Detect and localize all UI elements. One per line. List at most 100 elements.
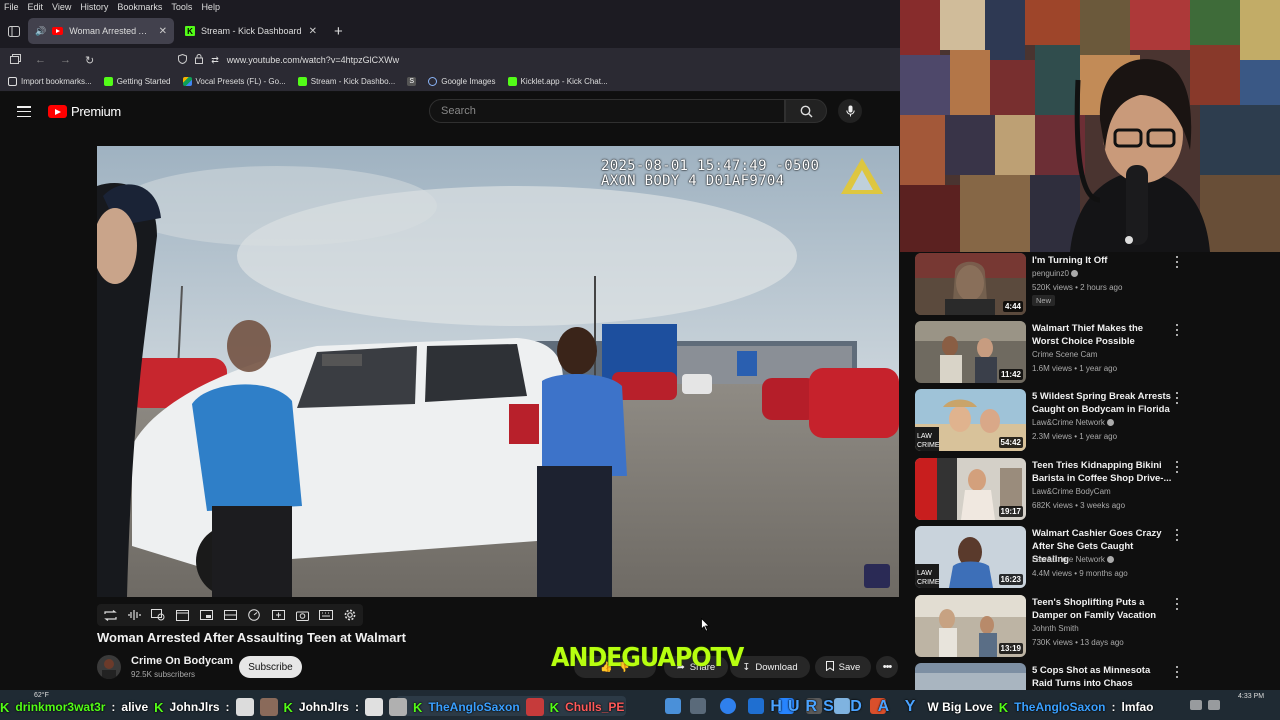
- menu-bar: File Edit View History Bookmarks Tools H…: [0, 0, 900, 14]
- download-label: Download: [755, 661, 798, 673]
- menu-bookmarks[interactable]: Bookmarks: [117, 2, 162, 12]
- back-arrow-icon[interactable]: ←: [35, 54, 46, 66]
- video-player[interactable]: 2025-08-01 15:47:49 -0500 AXON BODY 4 D0…: [97, 146, 899, 597]
- menu-help[interactable]: Help: [201, 2, 220, 12]
- gear-icon[interactable]: [341, 606, 359, 624]
- video-title[interactable]: I'm Turning It Off: [1032, 254, 1172, 267]
- chat-emote: [259, 698, 278, 716]
- channel-name[interactable]: Johnth Smith: [1032, 624, 1079, 633]
- speed-gauge-icon[interactable]: [245, 606, 263, 624]
- recommendation-item[interactable]: 4:44 I'm Turning It Off penguinz0 520K v…: [915, 253, 1190, 315]
- bookmark-kicklet[interactable]: Kicklet.app - Kick Chat...: [507, 77, 608, 86]
- keyboard-icon[interactable]: [317, 606, 335, 624]
- video-thumbnail[interactable]: 4:44: [915, 253, 1026, 315]
- more-vertical-icon[interactable]: [1173, 460, 1181, 474]
- close-tab-icon[interactable]: ✕: [159, 26, 167, 37]
- more-vertical-icon[interactable]: [1173, 597, 1181, 611]
- recommendation-item[interactable]: 11:42 Walmart Thief Makes the Worst Choi…: [915, 321, 1190, 383]
- url-text[interactable]: www.youtube.com/watch?v=4htpzGlCXWw: [227, 55, 399, 65]
- search-button[interactable]: [785, 99, 827, 123]
- kick-favicon-icon: K: [185, 26, 195, 36]
- youtube-logo[interactable]: Premium: [48, 104, 121, 119]
- more-vertical-icon[interactable]: [1173, 255, 1181, 269]
- more-vertical-icon[interactable]: [1173, 528, 1181, 542]
- picture-in-picture-icon[interactable]: [197, 606, 215, 624]
- menu-file[interactable]: File: [4, 2, 19, 12]
- audio-wave-icon[interactable]: [125, 606, 143, 624]
- youtube-play-icon: [48, 105, 67, 118]
- shield-icon[interactable]: [178, 53, 188, 66]
- webcam-feed: [900, 0, 1280, 252]
- more-vertical-icon[interactable]: [1173, 391, 1181, 405]
- channel-watermark-icon[interactable]: [864, 564, 890, 588]
- menu-history[interactable]: History: [80, 2, 108, 12]
- bookmark-kick-dashboard[interactable]: Stream - Kick Dashbo...: [297, 77, 395, 86]
- svg-text:CRIME: CRIME: [917, 579, 940, 586]
- menu-view[interactable]: View: [52, 2, 71, 12]
- audio-playing-icon[interactable]: 🔊: [35, 26, 46, 37]
- channel-name[interactable]: Crime Scene Cam: [1032, 350, 1097, 359]
- video-thumbnail[interactable]: 11:42: [915, 321, 1026, 383]
- channel-label: Law&Crime Network: [1032, 418, 1105, 427]
- search-input[interactable]: Search: [429, 99, 785, 123]
- tab-kick-dashboard[interactable]: K Stream - Kick Dashboard ✕: [178, 18, 324, 44]
- cinema-mode-icon[interactable]: [221, 606, 239, 624]
- video-thumbnail[interactable]: LAW CRIME 54:42: [915, 389, 1026, 451]
- kick-icon: K: [154, 699, 164, 715]
- loop-icon[interactable]: [101, 606, 119, 624]
- more-horizontal-icon: •••: [882, 661, 893, 673]
- video-title[interactable]: Teen's Shoplifting Puts a Damper on Fami…: [1032, 596, 1172, 622]
- close-tab-icon[interactable]: ✕: [309, 26, 317, 37]
- url-bar[interactable]: ⇄ www.youtube.com/watch?v=4htpzGlCXWw: [178, 53, 399, 66]
- permissions-icon[interactable]: ⇄: [211, 55, 219, 66]
- chat-username: JohnJlrs: [298, 700, 349, 714]
- import-icon: [8, 77, 17, 86]
- more-vertical-icon[interactable]: [1173, 665, 1181, 679]
- subscribe-button[interactable]: Subscribe: [239, 656, 302, 678]
- new-tab-icon[interactable]: +: [334, 23, 343, 40]
- reload-icon[interactable]: ↻: [85, 54, 94, 67]
- video-title[interactable]: Walmart Thief Makes the Worst Choice Pos…: [1032, 322, 1172, 348]
- menu-hamburger-icon[interactable]: [17, 106, 31, 117]
- channel-name[interactable]: Law&Crime Network: [1032, 555, 1114, 564]
- video-thumbnail[interactable]: LAW CRIME 16:23: [915, 526, 1026, 588]
- channel-name[interactable]: Crime On Bodycam: [131, 655, 233, 667]
- sidebar-toggle-icon[interactable]: [0, 14, 28, 48]
- recommendation-item[interactable]: 19:17 Teen Tries Kidnapping Bikini Baris…: [915, 458, 1190, 520]
- channel-avatar[interactable]: [97, 655, 121, 679]
- lock-icon[interactable]: [195, 54, 204, 66]
- chat-message: HURS D A Y: [770, 698, 922, 715]
- more-actions-button[interactable]: •••: [876, 656, 898, 678]
- video-thumbnail[interactable]: 13:19: [915, 595, 1026, 657]
- bookmark-s[interactable]: S: [407, 77, 417, 86]
- bookmark-import[interactable]: Import bookmarks...: [8, 77, 92, 86]
- bookmark-vocal-presets[interactable]: Vocal Presets (FL) - Go...: [182, 77, 286, 86]
- video-title[interactable]: 5 Cops Shot as Minnesota Raid Turns into…: [1032, 664, 1172, 690]
- recommendation-item[interactable]: 13:19 Teen's Shoplifting Puts a Damper o…: [915, 595, 1190, 657]
- save-button[interactable]: Save: [815, 656, 871, 678]
- screenshot-settings-icon[interactable]: [149, 606, 167, 624]
- forward-arrow-icon[interactable]: →: [60, 54, 71, 66]
- video-title[interactable]: Teen Tries Kidnapping Bikini Barista in …: [1032, 459, 1172, 485]
- video-title[interactable]: 5 Wildest Spring Break Arrests Caught on…: [1032, 390, 1172, 416]
- channel-name[interactable]: penguinz0: [1032, 269, 1078, 278]
- more-vertical-icon[interactable]: [1173, 323, 1181, 337]
- camera-icon[interactable]: [293, 606, 311, 624]
- menu-edit[interactable]: Edit: [28, 2, 44, 12]
- add-frame-icon[interactable]: [269, 606, 287, 624]
- clapperboard-icon[interactable]: [173, 606, 191, 624]
- channel-name[interactable]: Law&Crime BodyCam: [1032, 487, 1111, 496]
- bookmark-getting-started[interactable]: Getting Started: [103, 77, 171, 86]
- chat-emote: [235, 698, 254, 716]
- video-thumbnail[interactable]: 19:17: [915, 458, 1026, 520]
- voice-search-button[interactable]: [838, 99, 862, 123]
- recommendation-item[interactable]: LAW CRIME 16:23 Walmart Cashier Goes Craz…: [915, 526, 1190, 588]
- menu-tools[interactable]: Tools: [171, 2, 192, 12]
- chat-username: Chulls_PE: [565, 700, 625, 714]
- bookmark-google-images[interactable]: Google Images: [428, 77, 496, 86]
- channel-name[interactable]: Law&Crime Network: [1032, 418, 1114, 427]
- tab-youtube-video[interactable]: 🔊 Woman Arrested After Assa ✕: [28, 18, 174, 44]
- tab-manager-icon[interactable]: [10, 53, 21, 67]
- recommendation-item[interactable]: LAW CRIME 54:42 5 Wildest Spring Break Ar…: [915, 389, 1190, 451]
- bookmarks-bar: Import bookmarks... Getting Started Voca…: [0, 72, 900, 92]
